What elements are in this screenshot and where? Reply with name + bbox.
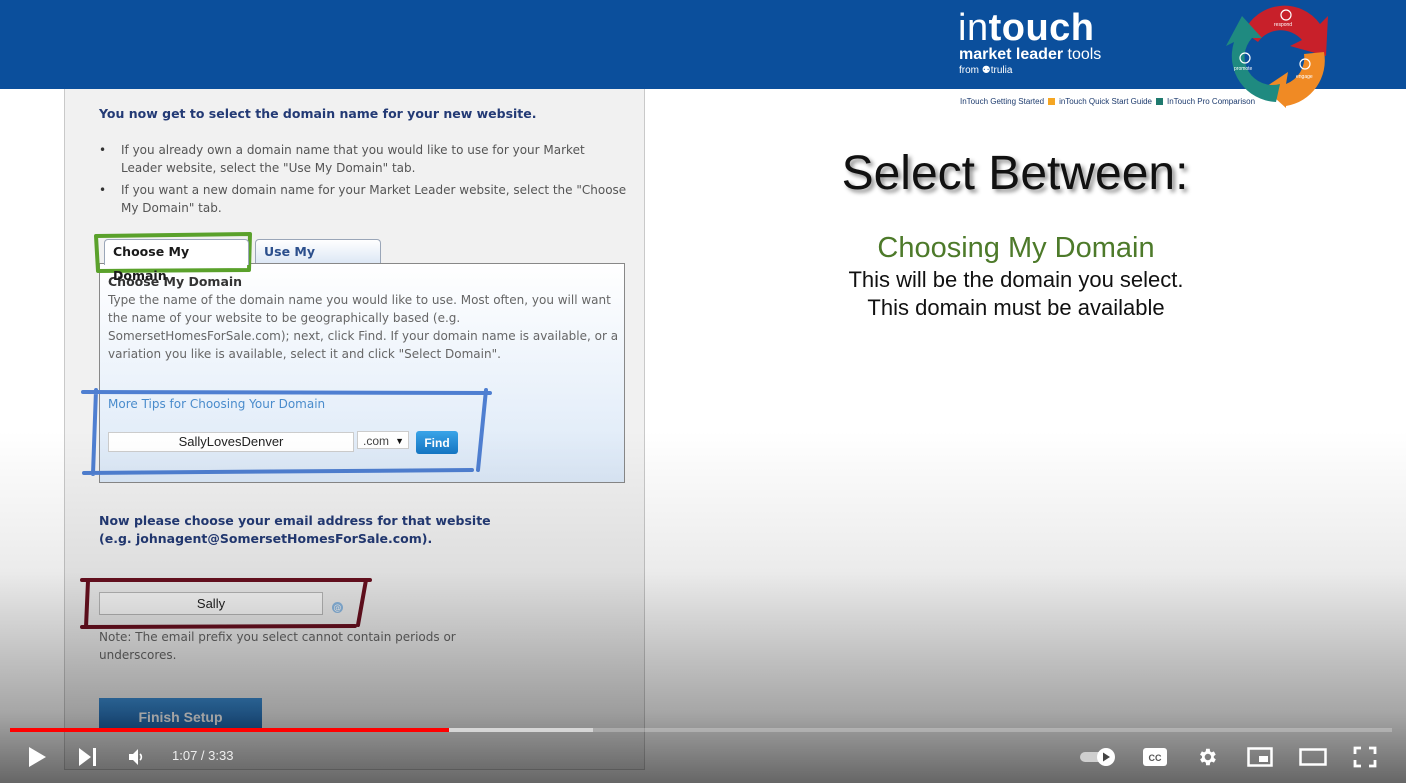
gear-icon xyxy=(1200,748,1216,766)
time-display: 1:07 / 3:33 xyxy=(172,748,234,763)
play-icon xyxy=(29,747,46,767)
volume-button[interactable] xyxy=(126,744,148,770)
separator-square xyxy=(1048,98,1056,105)
header-banner xyxy=(0,0,1406,89)
tab-choose-my-domain[interactable]: Choose My Domain xyxy=(104,239,249,283)
tab-use-my-domain[interactable]: Use My Domain xyxy=(255,239,381,283)
theater-mode-button[interactable] xyxy=(1298,744,1328,770)
slide-line: This will be the domain you select. xyxy=(848,267,1184,292)
miniplayer-button[interactable] xyxy=(1246,744,1274,770)
email-heading-example: (e.g. johnagent@SomersetHomesForSale.com… xyxy=(99,531,433,546)
logo-tagline: market leader tools xyxy=(959,46,1101,64)
fullscreen-button[interactable] xyxy=(1352,744,1378,770)
link-getting-started[interactable]: InTouch Getting Started xyxy=(960,97,1044,106)
cc-icon: CC xyxy=(1143,748,1167,766)
volume-icon xyxy=(129,749,143,765)
slide-line: This domain must be available xyxy=(867,295,1165,320)
choose-domain-panel: Choose My Domain Type the name of the do… xyxy=(99,263,625,483)
tld-select[interactable]: .com ▼ xyxy=(357,431,409,449)
logo-light-text: in xyxy=(958,7,989,49)
logo-from-trulia: from ⚉trulia xyxy=(959,65,1013,76)
email-prefix-input[interactable] xyxy=(99,592,323,615)
separator-square xyxy=(1156,98,1163,105)
finish-setup-button[interactable]: Finish Setup xyxy=(99,698,262,732)
at-sign-icon: @ xyxy=(332,602,343,613)
theater-icon xyxy=(1299,748,1327,766)
find-button[interactable]: Find xyxy=(416,431,458,454)
autoplay-toggle-icon xyxy=(1080,748,1115,766)
logo-bold-text: touch xyxy=(988,7,1095,49)
play-button[interactable] xyxy=(24,744,50,770)
svg-text:CC: CC xyxy=(1149,753,1162,763)
miniplayer-icon xyxy=(1247,747,1273,767)
domain-heading: You now get to select the domain name fo… xyxy=(99,106,537,121)
link-pro-comparison[interactable]: InTouch Pro Comparison xyxy=(1167,97,1255,106)
slide-title: Select Between: xyxy=(841,147,1189,200)
tld-selected-value: .com xyxy=(363,434,390,448)
dropdown-arrow-icon: ▼ xyxy=(395,436,404,446)
domain-name-input[interactable] xyxy=(108,432,354,452)
more-tips-link[interactable]: More Tips for Choosing Your Domain xyxy=(108,397,325,411)
fullscreen-icon xyxy=(1353,746,1377,768)
panel-description: Type the name of the domain name you wou… xyxy=(108,293,619,361)
instruction-item: If you want a new domain name for your M… xyxy=(99,181,629,217)
email-heading: Now please choose your email address for… xyxy=(99,512,491,548)
link-quick-start[interactable]: inTouch Quick Start Guide xyxy=(1059,97,1152,106)
progress-bar[interactable] xyxy=(10,728,1392,732)
email-heading-line: Now please choose your email address for… xyxy=(99,513,491,528)
intouch-logo: intouch xyxy=(958,8,1095,48)
next-button[interactable] xyxy=(76,744,100,770)
settings-button[interactable] xyxy=(1194,744,1220,770)
cycle-label: respond xyxy=(1274,22,1292,28)
autoplay-toggle[interactable] xyxy=(1078,744,1118,770)
cycle-label: engage xyxy=(1296,74,1313,80)
cycle-label: promote xyxy=(1234,66,1253,72)
instruction-item: If you already own a domain name that yo… xyxy=(99,141,629,177)
played-bar xyxy=(10,728,450,732)
intouch-links: InTouch Getting Started inTouch Quick Sta… xyxy=(960,97,1255,106)
tagline-bold: market leader xyxy=(959,46,1064,63)
email-note: Note: The email prefix you select cannot… xyxy=(99,630,456,662)
next-icon xyxy=(79,748,96,766)
cycle-arrows-icon: respond engage promote xyxy=(1226,5,1328,108)
captions-button[interactable]: CC xyxy=(1141,744,1169,770)
tagline-light: tools xyxy=(1063,46,1102,63)
slide-subtitle: Choosing My Domain xyxy=(877,232,1155,264)
instructions-list: If you already own a domain name that yo… xyxy=(99,141,629,221)
